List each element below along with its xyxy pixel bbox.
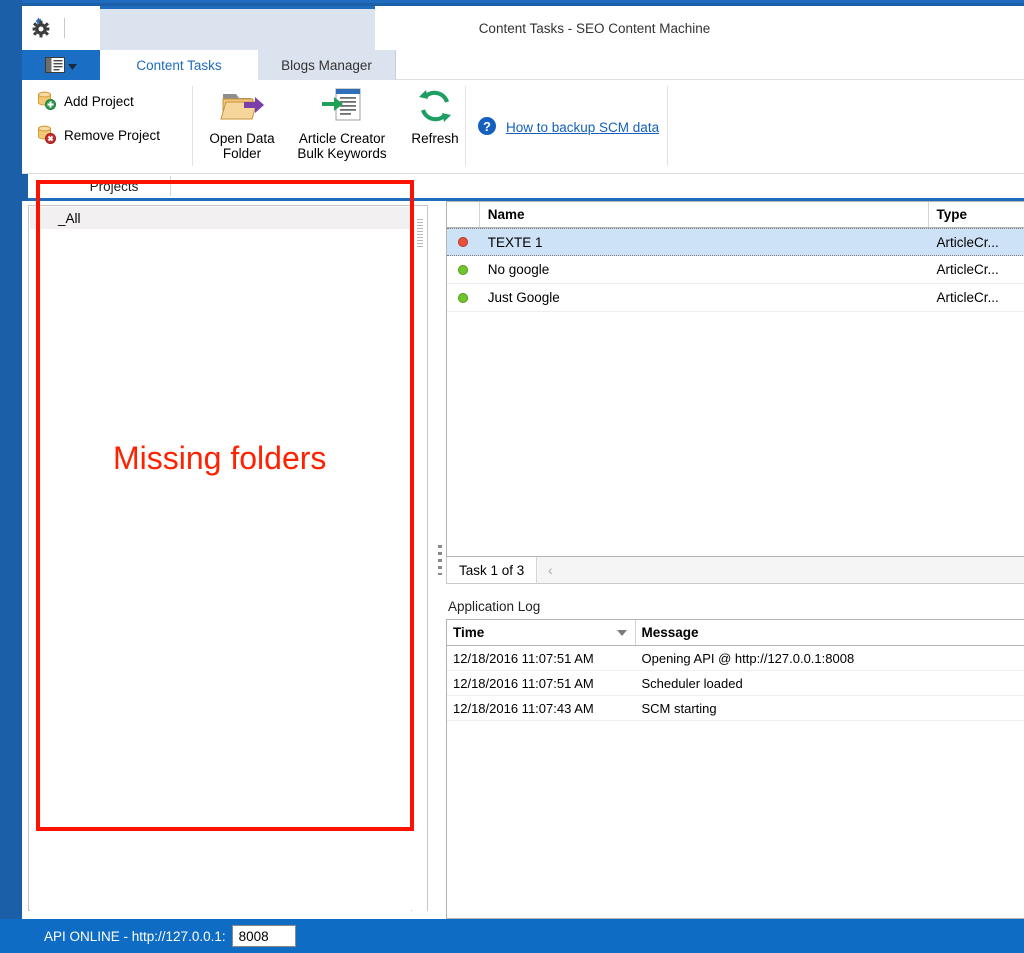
status-dot-red xyxy=(458,237,469,247)
task-grid-row[interactable]: No google ArticleCr... xyxy=(447,256,1024,284)
projects-list-scrollbar[interactable] xyxy=(412,207,427,911)
tab-bar-filler xyxy=(396,50,1024,80)
how-to-backup-link[interactable]: How to backup SCM data xyxy=(506,120,659,135)
window-left-border xyxy=(0,0,22,919)
window-top-accent xyxy=(0,0,1024,3)
quick-access-toolbar xyxy=(22,6,100,50)
panel-layout-icon xyxy=(45,57,65,73)
database-remove-icon xyxy=(36,124,56,147)
remove-project-button[interactable]: Remove Project xyxy=(30,118,192,152)
open-data-folder-label: Open Data Folder xyxy=(209,131,275,161)
window-title: Content Tasks - SEO Content Machine xyxy=(478,20,711,36)
task-tab-label: Task 1 of 3 xyxy=(459,562,525,578)
refresh-button[interactable]: Refresh xyxy=(402,84,468,146)
task-type-cell: ArticleCr... xyxy=(936,234,999,250)
task-name-cell: Just Google xyxy=(487,290,560,305)
log-message-cell: Scheduler loaded xyxy=(641,675,743,691)
application-log-label: Application Log xyxy=(448,599,541,614)
ribbon-group-project: Add Project Remove Project xyxy=(30,84,192,170)
log-message-cell: SCM starting xyxy=(641,700,717,716)
open-folder-arrow-icon xyxy=(220,84,264,128)
qat-separator xyxy=(64,18,65,38)
task-type-cell: ArticleCr... xyxy=(936,262,999,277)
ribbon-tab-bar: Content Tasks Blogs Manager xyxy=(22,50,1024,80)
tab-content-tasks[interactable]: Content Tasks xyxy=(100,50,258,80)
task-grid-row[interactable]: TEXTE 1 ArticleCr... xyxy=(447,228,1024,256)
status-dot-green xyxy=(458,264,469,275)
task-grid-row[interactable]: Just Google ArticleCr... xyxy=(447,284,1024,312)
splitter-grip-dots xyxy=(438,545,442,575)
project-item-label: _All xyxy=(58,210,81,226)
subtab-projects[interactable]: Projects xyxy=(58,174,170,198)
database-add-icon xyxy=(36,90,56,113)
tab-strip-accent xyxy=(100,6,375,9)
subtab-projects-label: Projects xyxy=(89,178,139,194)
log-time-cell: 12/18/2016 11:07:51 AM xyxy=(453,650,594,666)
task-status-cell xyxy=(447,256,480,283)
projects-list[interactable]: _All xyxy=(30,207,411,911)
ribbon-separator-2 xyxy=(465,86,466,166)
log-row[interactable]: 12/18/2016 11:07:43 AM SCM starting xyxy=(447,696,1024,721)
log-time-cell: 12/18/2016 11:07:43 AM xyxy=(453,700,594,716)
add-project-button[interactable]: Add Project xyxy=(30,84,192,118)
title-bar: Content Tasks - SEO Content Machine xyxy=(22,6,1024,50)
tab-strip-background xyxy=(100,6,375,50)
tasks-panel: Name Type TEXTE 1 ArticleCr... No google… xyxy=(446,201,1024,919)
remove-project-label: Remove Project xyxy=(64,127,161,143)
log-header-message[interactable]: Message xyxy=(636,620,1024,645)
log-message-cell: Opening API @ http://127.0.0.1:8008 xyxy=(641,650,855,666)
application-log-header: Time Message xyxy=(447,620,1024,646)
task-grid-header-name[interactable]: Name xyxy=(480,202,929,227)
main-content: _All Name Type TEXTE 1 ArticleCr... No g… xyxy=(22,201,1024,919)
ribbon-separator-3 xyxy=(667,86,668,166)
projects-panel: _All xyxy=(28,205,428,911)
status-bar: API ONLINE - http://127.0.0.1: 8008 xyxy=(0,919,1024,953)
task-name-cell: TEXTE 1 xyxy=(487,234,543,250)
chevron-down-icon xyxy=(68,58,77,73)
task-tab-current[interactable]: Task 1 of 3 xyxy=(447,557,538,583)
subtab-separator xyxy=(170,176,171,196)
tab-blogs-manager[interactable]: Blogs Manager xyxy=(258,50,396,80)
task-status-cell xyxy=(447,229,480,255)
task-grid-header: Name Type xyxy=(447,202,1024,228)
article-creator-label: Article Creator Bulk Keywords xyxy=(297,131,387,161)
task-grid-header-type[interactable]: Type xyxy=(929,202,1024,227)
gear-icon[interactable] xyxy=(28,15,54,41)
ribbon-separator-1 xyxy=(192,86,193,166)
log-row[interactable]: 12/18/2016 11:07:51 AM Scheduler loaded xyxy=(447,671,1024,696)
api-status-label: API ONLINE - http://127.0.0.1: xyxy=(44,928,226,944)
application-window: Content Tasks - SEO Content Machine Cont… xyxy=(0,0,1024,953)
task-status-cell xyxy=(447,284,480,311)
project-list-item[interactable]: _All xyxy=(30,207,411,229)
sort-descending-icon xyxy=(616,629,627,636)
projects-subtab-bar: Projects xyxy=(28,174,1024,198)
tab-content-tasks-label: Content Tasks xyxy=(136,57,222,73)
help-question-icon: ? xyxy=(477,116,497,139)
application-menu-button[interactable] xyxy=(22,50,100,80)
task-type-cell: ArticleCr... xyxy=(936,290,999,305)
tab-blogs-manager-label: Blogs Manager xyxy=(281,57,372,73)
ribbon-panel: Add Project Remove Project Open Data Fol… xyxy=(22,80,1024,174)
scrollbar-grip-dots xyxy=(417,219,423,247)
task-grid: Name Type TEXTE 1 ArticleCr... No google… xyxy=(446,201,1024,557)
status-dot-green xyxy=(458,292,469,303)
add-project-label: Add Project xyxy=(64,93,134,109)
refresh-icon xyxy=(415,84,455,128)
task-tab-strip: Task 1 of 3 ‹ xyxy=(446,557,1024,584)
svg-text:?: ? xyxy=(483,119,491,134)
help-backup-group: ? How to backup SCM data xyxy=(477,116,659,139)
log-header-time-label: Time xyxy=(453,625,485,640)
application-log-grid: Time Message 12/18/2016 11:07:51 AM Open… xyxy=(446,619,1024,919)
article-creator-bulk-keywords-button[interactable]: Article Creator Bulk Keywords xyxy=(284,84,400,161)
task-name-cell: No google xyxy=(487,262,550,277)
open-data-folder-button[interactable]: Open Data Folder xyxy=(202,84,282,161)
refresh-label: Refresh xyxy=(411,131,459,146)
log-time-cell: 12/18/2016 11:07:51 AM xyxy=(453,675,594,691)
log-row[interactable]: 12/18/2016 11:07:51 AM Opening API @ htt… xyxy=(447,646,1024,671)
log-header-time[interactable]: Time xyxy=(447,620,636,645)
task-grid-header-status[interactable] xyxy=(447,202,480,227)
document-import-icon xyxy=(320,84,364,128)
chevron-left-icon[interactable]: ‹ xyxy=(537,557,563,583)
api-port-input[interactable]: 8008 xyxy=(231,925,296,947)
